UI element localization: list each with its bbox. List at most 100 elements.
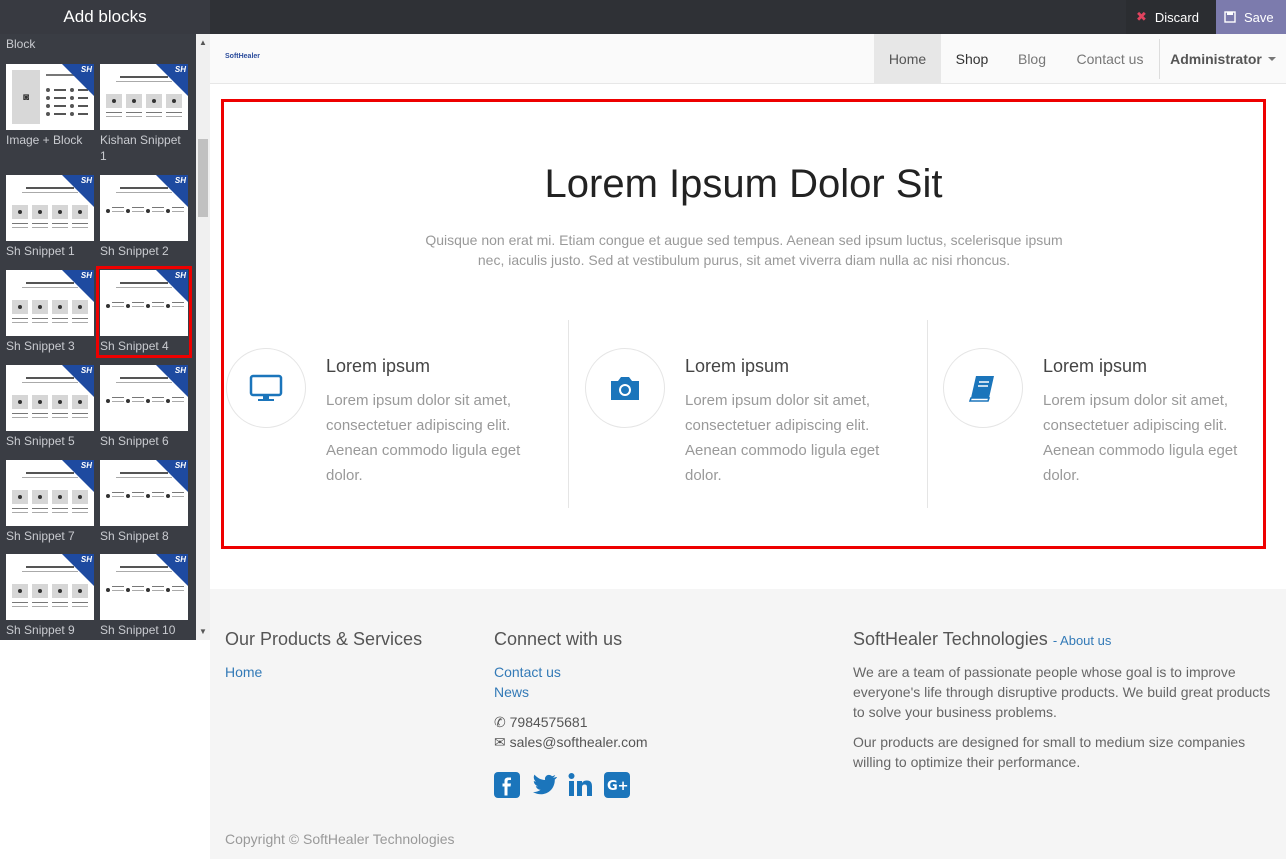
snippet-preview: SH	[6, 554, 94, 620]
snippet-preview: SH	[100, 64, 188, 130]
snippet-label: Sh Snippet 10	[100, 623, 176, 637]
feature-icon-circle	[943, 348, 1023, 428]
snippet-thumbnail[interactable]: SH Sh Snippet 1	[6, 175, 94, 259]
footer-products-title: Our Products & Services	[225, 629, 423, 649]
snippet-thumbnail[interactable]: SH Sh Snippet 5	[6, 365, 94, 449]
snippet-label: Sh Snippet 4	[100, 339, 169, 353]
brand-badge-text: SH	[174, 461, 186, 470]
brand-badge-text: SH	[174, 555, 186, 564]
footer-link-home[interactable]: Home	[225, 662, 422, 682]
footer-email: ✉ sales@softhealer.com	[494, 732, 648, 752]
snippet-block[interactable]: Lorem Ipsum Dolor Sit Quisque non erat m…	[221, 99, 1266, 549]
social-links: G+	[494, 772, 648, 798]
feature-item: Lorem ipsum Lorem ipsum dolor sit amet, …	[585, 318, 925, 508]
svg-text:G+: G+	[607, 779, 629, 794]
brand-badge-text: SH	[80, 176, 92, 185]
footer-link-contact[interactable]: Contact us	[494, 662, 648, 682]
user-menu[interactable]: Administrator	[1160, 34, 1286, 84]
brand-badge-text: SH	[174, 271, 186, 280]
footer-about-title: SoftHealer Technologies - About us	[853, 629, 1273, 650]
snippet-preview: ◙ SH	[6, 64, 94, 130]
twitter-icon[interactable]	[530, 772, 558, 798]
brand-badge-text: SH	[174, 65, 186, 74]
floppy-icon	[1224, 11, 1236, 23]
about-us-link[interactable]: - About us	[1053, 633, 1112, 648]
feature-divider	[927, 320, 928, 508]
copyright-text: Copyright © SoftHealer Technologies	[225, 831, 455, 847]
snippet-thumbnail[interactable]: SH Kishan Snippet 1	[100, 64, 188, 164]
snippet-thumbnail[interactable]: SH Sh Snippet 2	[100, 175, 188, 259]
brand-badge-text: SH	[174, 176, 186, 185]
scroll-up-icon[interactable]: ▲	[199, 38, 207, 47]
sidebar-scrollbar[interactable]: ▲ ▼	[196, 34, 210, 640]
brand-badge-text: SH	[80, 65, 92, 74]
snippet-thumbnail[interactable]: SH Sh Snippet 9	[6, 554, 94, 638]
linkedin-icon[interactable]	[568, 772, 594, 798]
monitor-icon	[249, 374, 283, 401]
snippet-preview: SH	[6, 270, 94, 336]
scroll-thumb[interactable]	[198, 139, 208, 217]
snippet-thumbnail[interactable]: SH Sh Snippet 6	[100, 365, 188, 449]
email-address: sales@softhealer.com	[509, 734, 648, 750]
feature-item: Lorem ipsum Lorem ipsum dolor sit amet, …	[226, 318, 566, 508]
nav-shop[interactable]: Shop	[941, 34, 1003, 84]
feature-divider	[568, 320, 569, 508]
editor-topbar: Add blocks ✖ Discard Save	[0, 0, 1286, 34]
snippet-thumbnail[interactable]: SH Sh Snippet 3	[6, 270, 94, 354]
category-label: Block	[6, 37, 36, 51]
site-footer: Our Products & Services Home Connect wit…	[210, 589, 1286, 859]
snippet-label: Image + Block	[6, 133, 83, 147]
save-label: Save	[1244, 9, 1274, 25]
hero-subtitle: Quisque non erat mi. Etiam congue et aug…	[425, 232, 1063, 268]
site-logo[interactable]: SoftHealer	[225, 53, 260, 60]
snippet-preview: SH	[6, 175, 94, 241]
footer-phone: ✆ 7984575681	[494, 712, 648, 732]
discard-button[interactable]: ✖ Discard	[1126, 0, 1216, 34]
snippet-preview: SH	[100, 270, 188, 336]
snippet-thumbnail[interactable]: SH Sh Snippet 4	[96, 266, 192, 358]
facebook-icon[interactable]	[494, 772, 520, 798]
book-icon	[968, 376, 994, 402]
save-button[interactable]: Save	[1216, 0, 1286, 34]
snippet-label: Sh Snippet 8	[100, 529, 169, 543]
google-plus-icon[interactable]: G+	[604, 772, 630, 798]
brand-badge-text: SH	[174, 366, 186, 375]
camera-icon	[611, 377, 639, 400]
snippet-thumbnail[interactable]: SH Sh Snippet 8	[100, 460, 188, 544]
snippet-thumbnail[interactable]: SH Sh Snippet 7	[6, 460, 94, 544]
snippet-preview: SH	[100, 554, 188, 620]
snippet-preview: SH	[100, 460, 188, 526]
feature-title: Lorem ipsum	[326, 356, 431, 376]
footer-link-news[interactable]: News	[494, 682, 648, 702]
snippet-label: Kishan Snippet 1	[100, 133, 181, 163]
feature-text: Lorem ipsum dolor sit amet, consectetuer…	[685, 392, 880, 484]
feature-item: Lorem ipsum Lorem ipsum dolor sit amet, …	[943, 318, 1283, 508]
envelope-icon: ✉	[494, 734, 506, 750]
add-blocks-title: Add blocks	[0, 0, 210, 34]
feature-icon-circle	[226, 348, 306, 428]
scroll-down-icon[interactable]: ▼	[199, 627, 207, 636]
snippet-thumbnail[interactable]: ◙ SH Image + Block	[6, 64, 94, 148]
nav-home[interactable]: Home	[874, 34, 941, 84]
footer-about-p2: Our products are designed for small to m…	[853, 734, 1246, 770]
feature-icon-circle	[585, 348, 665, 428]
snippet-label: Sh Snippet 3	[6, 339, 75, 353]
brand-badge-text: SH	[80, 555, 92, 564]
site-navbar: SoftHealer Home Shop Blog Contact us Adm…	[210, 34, 1286, 84]
nav-blog[interactable]: Blog	[1003, 34, 1061, 84]
footer-about-p1: We are a team of passionate people whose…	[853, 664, 1271, 720]
phone-number: 7984575681	[509, 714, 588, 730]
snippet-preview: SH	[100, 365, 188, 431]
snippet-label: Sh Snippet 2	[100, 244, 169, 258]
snippet-preview: SH	[6, 460, 94, 526]
close-icon: ✖	[1136, 9, 1147, 24]
discard-label: Discard	[1154, 9, 1199, 25]
footer-products-column: Our Products & Services Home	[225, 629, 422, 682]
feature-text: Lorem ipsum dolor sit amet, consectetuer…	[326, 392, 521, 484]
nav-contact-us[interactable]: Contact us	[1061, 34, 1159, 84]
feature-title: Lorem ipsum	[1043, 356, 1148, 376]
snippet-thumbnail[interactable]: SH Sh Snippet 10	[100, 554, 188, 638]
feature-text: Lorem ipsum dolor sit amet, consectetuer…	[1043, 392, 1238, 484]
footer-about-column: SoftHealer Technologies - About us We ar…	[853, 629, 1273, 782]
brand-badge-text: SH	[80, 461, 92, 470]
